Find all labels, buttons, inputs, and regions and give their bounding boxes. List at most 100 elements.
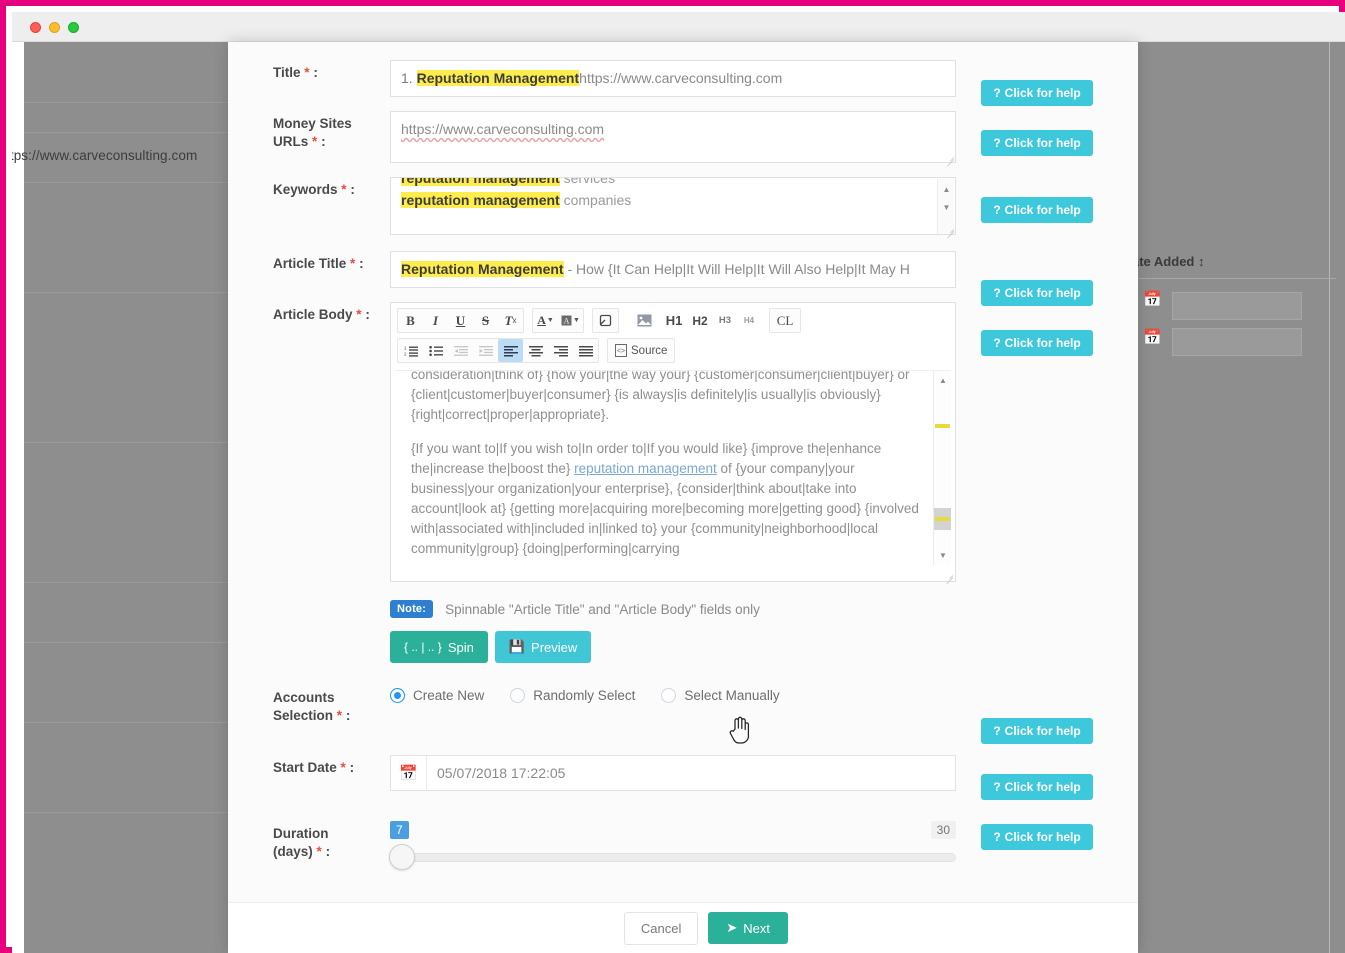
remove-format-icon[interactable]: Tx [498, 309, 523, 332]
radio-indicator-selected[interactable] [390, 688, 405, 703]
reputation-management-link[interactable]: reputation management [574, 461, 717, 476]
help-button-label: Click for help [1004, 286, 1081, 300]
spin-preview-actions: { .. | .. } Spin 💾 Preview [390, 631, 956, 663]
scroll-down-icon[interactable]: ▼ [934, 549, 951, 563]
radio-select-manually[interactable]: Select Manually [661, 688, 780, 703]
source-button[interactable]: <> Source [608, 339, 674, 362]
background-right-panel [1132, 42, 1345, 953]
required-marker: * [312, 134, 318, 149]
svg-text:<>: <> [617, 348, 625, 355]
resize-handle-icon[interactable] [944, 151, 954, 161]
article-body-scrollbar[interactable]: ▲ ▼ [933, 371, 951, 565]
cancel-button[interactable]: Cancel [623, 911, 699, 945]
duration-slider-handle[interactable] [389, 844, 415, 870]
accounts-selection-label: Accounts Selection * : [273, 690, 351, 723]
background-color-icon[interactable]: A ▼ [558, 309, 583, 332]
calendar-icon[interactable]: 📅 [391, 756, 427, 790]
help-button-duration[interactable]: ? Click for help [981, 824, 1093, 850]
required-marker: * [350, 256, 356, 271]
start-date-value[interactable]: 05/07/2018 17:22:05 [427, 756, 955, 790]
money-sites-urls-textarea[interactable]: https://www.carveconsulting.com [390, 111, 956, 163]
source-code-icon: <> [615, 344, 627, 357]
help-buttons-column: ? Click for help ? Click for help ? Click f… [981, 60, 1093, 890]
maximize-window-button[interactable] [68, 22, 79, 33]
align-justify-icon[interactable] [573, 339, 598, 362]
start-date-input[interactable]: 📅 05/07/2018 17:22:05 [390, 755, 956, 791]
screenshot-frame: ttps://www.carveconsulting.com ate Added… [0, 0, 1345, 953]
browser-titlebar [12, 12, 1345, 42]
heading-h3-icon[interactable]: H3 [713, 309, 737, 332]
question-mark-icon: ? [993, 336, 1001, 350]
body-paragraph: consideration|think of} {how your|the wa… [411, 370, 910, 422]
link-icon[interactable] [593, 309, 618, 332]
close-window-button[interactable] [30, 22, 41, 33]
underline-icon[interactable]: U [448, 309, 473, 332]
scroll-up-icon[interactable]: ▲ [938, 183, 955, 197]
bold-icon[interactable]: B [398, 309, 423, 332]
calendar-icon: 📅 [1143, 329, 1162, 346]
radio-create-new[interactable]: Create New [390, 688, 484, 703]
help-button-accounts-selection[interactable]: ? Click for help [981, 718, 1093, 744]
strikethrough-icon[interactable]: S [473, 309, 498, 332]
heading-h2-icon[interactable]: H2 [687, 309, 713, 332]
align-center-icon[interactable] [523, 339, 548, 362]
indent-icon[interactable] [473, 339, 498, 362]
question-mark-icon: ? [993, 830, 1001, 844]
editor-toolbar-row-2: 12 <> Source [391, 338, 955, 368]
article-body-label: Article Body * : [273, 307, 370, 322]
note-text: Spinnable "Article Title" and "Article B… [445, 601, 760, 617]
heading-h4-icon[interactable]: H4 [737, 309, 761, 332]
numbered-list-icon[interactable]: 12 [398, 339, 423, 362]
required-marker: * [356, 307, 362, 322]
title-highlighted-keyword: Reputation Management [416, 70, 580, 86]
outdent-icon[interactable] [448, 339, 473, 362]
spin-button[interactable]: { .. | .. } Spin [390, 631, 488, 663]
title-input[interactable]: 1. Reputation Managementhttps://www.carv… [390, 60, 956, 97]
clear-formatting-icon[interactable]: CL [770, 309, 800, 332]
svg-text:2: 2 [404, 351, 407, 356]
text-color-icon[interactable]: A ▼ [533, 309, 558, 332]
article-body-content-area[interactable]: consideration|think of} {how your|the wa… [395, 370, 951, 565]
next-button[interactable]: ➤ Next [708, 912, 788, 944]
radio-indicator[interactable] [510, 688, 526, 703]
align-left-icon[interactable] [498, 339, 523, 362]
image-icon[interactable] [627, 309, 661, 332]
radio-randomly-select[interactable]: Randomly Select [510, 688, 635, 703]
keywords-textarea[interactable]: reputation management services reputatio… [390, 177, 956, 235]
help-button-keywords[interactable]: ? Click for help [981, 197, 1093, 223]
resize-handle-icon[interactable] [943, 569, 953, 579]
duration-slider-track[interactable] [389, 844, 956, 870]
duration-current-value: 7 [390, 821, 409, 839]
duration-max-value: 30 [930, 821, 956, 839]
minimize-window-button[interactable] [49, 22, 60, 33]
help-button-money-sites[interactable]: ? Click for help [981, 130, 1093, 156]
sort-arrows-icon: ↕ [1197, 254, 1205, 269]
heading-h1-icon[interactable]: H1 [661, 309, 687, 332]
italic-icon[interactable]: I [423, 309, 448, 332]
money-site-url-value: https://www.carveconsulting.com [401, 121, 605, 137]
scroll-up-icon[interactable]: ▲ [934, 374, 951, 388]
modal-body: Title * : 1. Reputation Managementhttps:… [228, 42, 1138, 902]
preview-button[interactable]: 💾 Preview [494, 631, 592, 663]
title-field-label: Title * : [273, 65, 318, 80]
article-title-input[interactable]: Reputation Management - How {It Can Help… [390, 251, 956, 288]
scroll-down-icon[interactable]: ▼ [938, 201, 955, 215]
bulleted-list-icon[interactable] [423, 339, 448, 362]
resize-handle-icon[interactable] [944, 223, 954, 233]
question-mark-icon: ? [993, 136, 1001, 150]
help-button-start-date[interactable]: ? Click for help [981, 774, 1093, 800]
align-right-icon[interactable] [548, 339, 573, 362]
help-button-article-title[interactable]: ? Click for help [981, 280, 1093, 306]
radio-indicator[interactable] [661, 688, 677, 703]
background-column-label: ate Added [1132, 254, 1195, 269]
svg-text:1: 1 [404, 345, 407, 350]
help-button-label: Click for help [1004, 830, 1081, 844]
help-button-article-body[interactable]: ? Click for help [981, 330, 1093, 356]
help-button-label: Click for help [1004, 203, 1081, 217]
spin-button-label: Spin [447, 639, 474, 655]
help-button-label: Click for help [1004, 336, 1081, 350]
background-table-cell [1172, 292, 1302, 320]
question-mark-icon: ? [993, 286, 1001, 300]
help-button-title[interactable]: ? Click for help [981, 80, 1093, 106]
rich-text-editor[interactable]: B I U S Tx A ▼ A ▼ H1 H2 H3 H4 CL 1 2 <>… [390, 302, 956, 582]
